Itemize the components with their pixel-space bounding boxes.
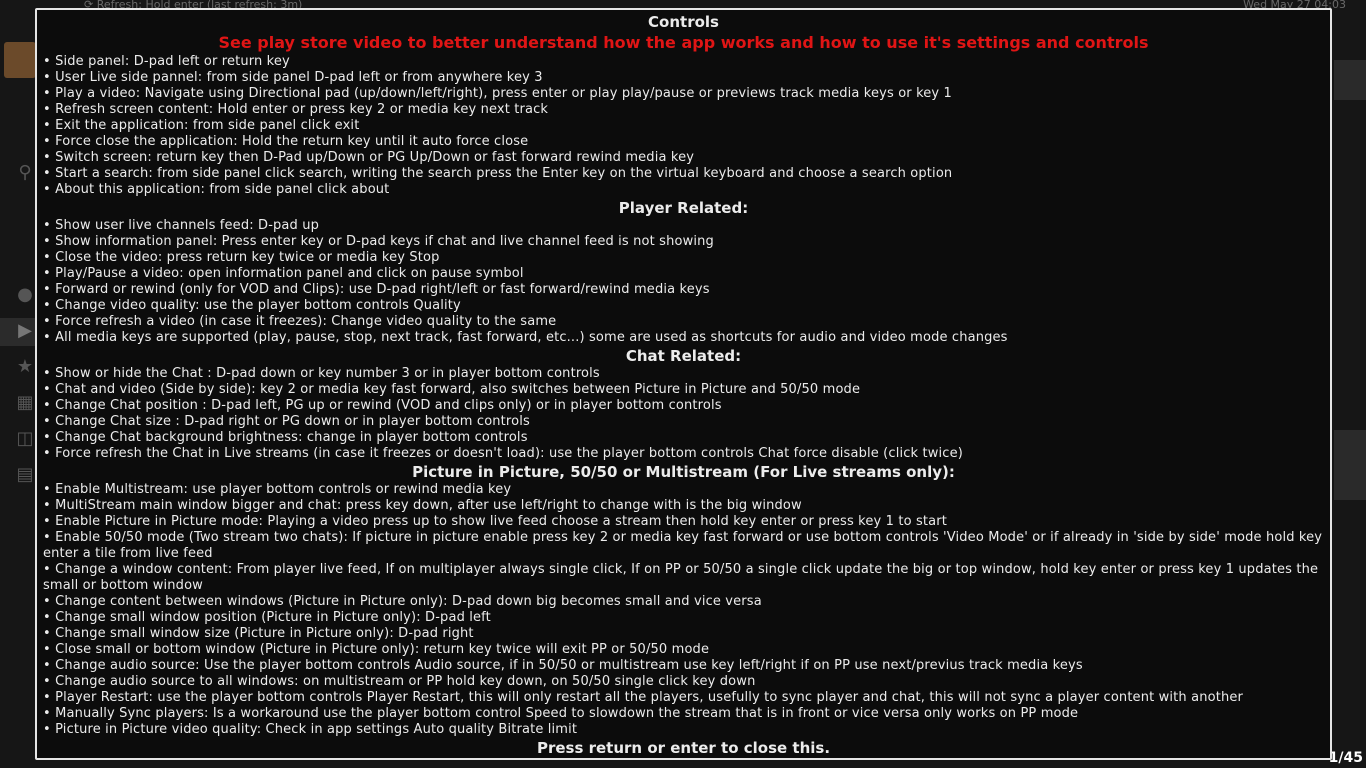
pip-section-title: Picture in Picture, 50/50 or Multistream…: [412, 463, 955, 481]
list-item: • Close the video: press return key twic…: [43, 250, 440, 265]
play-icon: ▶: [18, 320, 32, 341]
list-item: • Enable 50/50 mode (Two stream two chat…: [43, 530, 1323, 561]
list-item: • Force close the application: Hold the …: [43, 134, 529, 149]
list-item: • About this application: from side pane…: [43, 182, 390, 197]
list-item: • Enable Multistream: use player bottom …: [43, 482, 512, 497]
controls-dialog[interactable]: Controls See play store video to better …: [35, 8, 1332, 760]
list-item: • Play a video: Navigate using Direction…: [43, 86, 952, 101]
clip-icon: ▤: [16, 464, 34, 485]
list-item: • Change audio source: Use the player bo…: [43, 658, 1083, 673]
list-item: • Chat and video (Side by side): key 2 o…: [43, 382, 861, 397]
list-item: • Picture in Picture video quality: Chec…: [43, 722, 578, 737]
list-item: • Force refresh a video (in case it free…: [43, 314, 557, 329]
list-item: • Manually Sync players: Is a workaround…: [43, 706, 1079, 721]
background-card: [1334, 430, 1366, 500]
list-item: • Show or hide the Chat : D-pad down or …: [43, 366, 600, 381]
list-item: • Change small window size (Picture in P…: [43, 626, 474, 641]
player-controls-list: • Show user live channels feed: D-pad up…: [43, 218, 1324, 346]
list-item: • Show user live channels feed: D-pad up: [43, 218, 320, 233]
close-instruction: Press return or enter to close this.: [536, 739, 831, 757]
list-item: • Switch screen: return key then D-Pad u…: [43, 150, 695, 165]
list-item: • Change audio source to all windows: on…: [43, 674, 756, 689]
page-counter: 1/45: [1328, 750, 1363, 766]
player-section-title: Player Related:: [618, 199, 749, 217]
list-item: • Change a window content: From player l…: [43, 562, 1319, 593]
star-icon: ★: [16, 356, 34, 377]
user-avatar: [4, 42, 36, 78]
search-icon: ⚲: [18, 162, 32, 183]
list-item: • Start a search: from side panel click …: [43, 166, 953, 181]
list-item: • Force refresh the Chat in Live streams…: [43, 446, 963, 461]
list-item: • Change Chat background brightness: cha…: [43, 430, 528, 445]
list-item: • Play/Pause a video: open information p…: [43, 266, 524, 281]
pip-controls-list: • Enable Multistream: use player bottom …: [43, 482, 1324, 738]
user-icon: ●: [17, 284, 33, 305]
list-item: • Refresh screen content: Hold enter or …: [43, 102, 549, 117]
list-item: • Close small or bottom window (Picture …: [43, 642, 710, 657]
list-item: • Show information panel: Press enter ke…: [43, 234, 714, 249]
gamepad-icon: ▦: [16, 392, 34, 413]
general-controls-list: • Side panel: D-pad left or return key •…: [43, 54, 1324, 198]
list-item: • Forward or rewind (only for VOD and Cl…: [43, 282, 710, 297]
list-item: • Change Chat size : D-pad right or PG d…: [43, 414, 530, 429]
list-item: • Change video quality: use the player b…: [43, 298, 461, 313]
dialog-subtitle: See play store video to better understan…: [218, 33, 1149, 52]
dialog-title: Controls: [648, 13, 719, 31]
chat-controls-list: • Show or hide the Chat : D-pad down or …: [43, 366, 1324, 462]
chat-section-title: Chat Related:: [625, 347, 742, 365]
list-item: • Enable Picture in Picture mode: Playin…: [43, 514, 948, 529]
list-item: • MultiStream main window bigger and cha…: [43, 498, 802, 513]
list-item: • Change Chat position : D-pad left, PG …: [43, 398, 722, 413]
list-item: • Side panel: D-pad left or return key: [43, 54, 290, 69]
list-item: • User Live side pannel: from side panel…: [43, 70, 543, 85]
list-item: • Change small window position (Picture …: [43, 610, 491, 625]
background-card: [1334, 60, 1366, 100]
list-item: • Change content between windows (Pictur…: [43, 594, 762, 609]
list-item: • All media keys are supported (play, pa…: [43, 330, 1008, 345]
list-item: • Exit the application: from side panel …: [43, 118, 360, 133]
list-item: • Player Restart: use the player bottom …: [43, 690, 1243, 705]
video-icon: ◫: [16, 428, 34, 449]
